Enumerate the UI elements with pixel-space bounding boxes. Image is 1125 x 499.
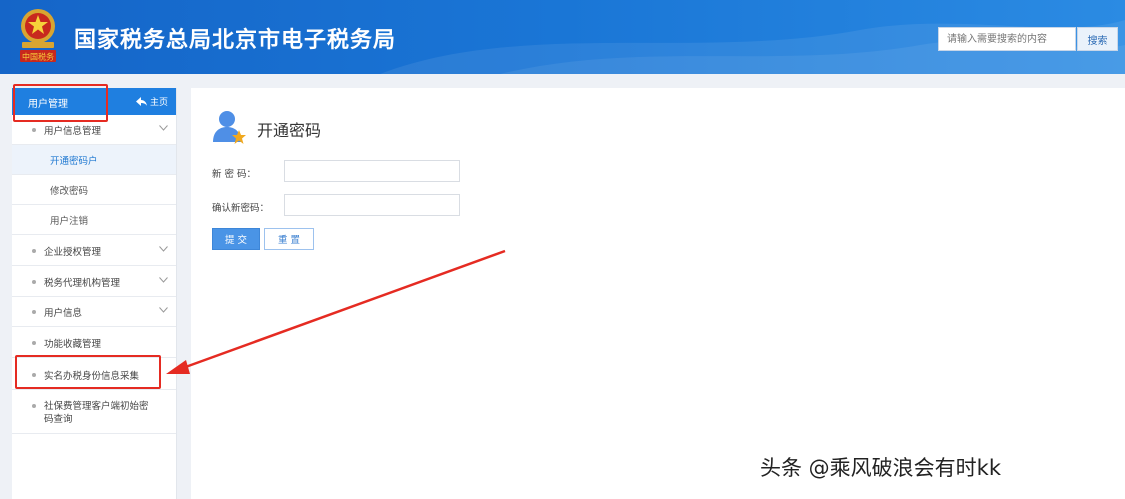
sidebar-item-label: 社保费管理客户端初始密码查询	[44, 401, 149, 425]
sidebar-item-open-password[interactable]: 开通密码户	[12, 145, 176, 175]
sidebar-item-label: 用户信息管理	[44, 125, 102, 137]
back-arrow-icon	[135, 97, 147, 106]
chevron-down-icon	[159, 246, 168, 252]
bullet-icon	[32, 340, 36, 345]
bullet-icon	[32, 404, 36, 408]
sidebar-item-label: 税务代理机构管理	[44, 277, 121, 289]
sidebar-item-label: 企业授权管理	[44, 246, 102, 258]
new-password-label: 新 密 码：	[212, 169, 257, 180]
sidebar-item-favorites-management[interactable]: 功能收藏管理	[12, 328, 176, 358]
annotation-box-user-management	[13, 84, 108, 122]
sidebar-item-social-security-password-query[interactable]: 社保费管理客户端初始密码查询	[12, 390, 176, 434]
new-password-input[interactable]	[284, 160, 460, 182]
watermark-text: 头条 @乘风破浪会有时kk	[760, 456, 1001, 480]
confirm-password-label: 确认新密码：	[212, 203, 270, 214]
bullet-icon	[32, 248, 36, 253]
top-banner: 中国税务 国家税务总局北京市电子税务局 搜索	[0, 0, 1125, 74]
sidebar-item-change-password[interactable]: 修改密码	[12, 175, 176, 205]
sidebar-item-user-cancel[interactable]: 用户注销	[12, 205, 176, 235]
sidebar-item-label: 用户信息	[44, 307, 83, 319]
emblem-caption: 中国税务	[22, 52, 54, 62]
tax-emblem-icon: 中国税务	[20, 9, 56, 62]
user-avatar-icon	[213, 111, 246, 144]
sidebar-item-enterprise-authorization[interactable]: 企业授权管理	[12, 236, 176, 266]
sidebar: 用户管理 主页 用户信息管理 开通密码户 修改密码 用户注销 企业授权管理 税务…	[12, 88, 177, 499]
search-button[interactable]: 搜索	[1077, 27, 1118, 51]
main-content	[191, 88, 1125, 499]
search-input[interactable]	[938, 27, 1076, 51]
submit-button[interactable]: 提 交	[212, 228, 260, 250]
sidebar-item-label: 功能收藏管理	[44, 338, 102, 350]
bullet-icon	[32, 279, 36, 284]
site-title: 国家税务总局北京市电子税务局	[74, 28, 397, 53]
page-title: 开通密码	[257, 121, 322, 140]
chevron-down-icon	[159, 277, 168, 283]
confirm-password-input[interactable]	[284, 194, 460, 216]
annotation-box-realname-collection	[15, 355, 161, 389]
home-label: 主页	[149, 98, 168, 108]
bullet-icon	[32, 309, 36, 314]
reset-button[interactable]: 重 置	[264, 228, 314, 250]
sidebar-item-tax-agency-management[interactable]: 税务代理机构管理	[12, 267, 176, 297]
home-link[interactable]: 主页	[135, 95, 168, 108]
chevron-down-icon	[159, 307, 168, 313]
sidebar-item-user-info[interactable]: 用户信息	[12, 297, 176, 327]
chevron-down-icon	[159, 125, 168, 131]
bullet-icon	[32, 127, 36, 132]
